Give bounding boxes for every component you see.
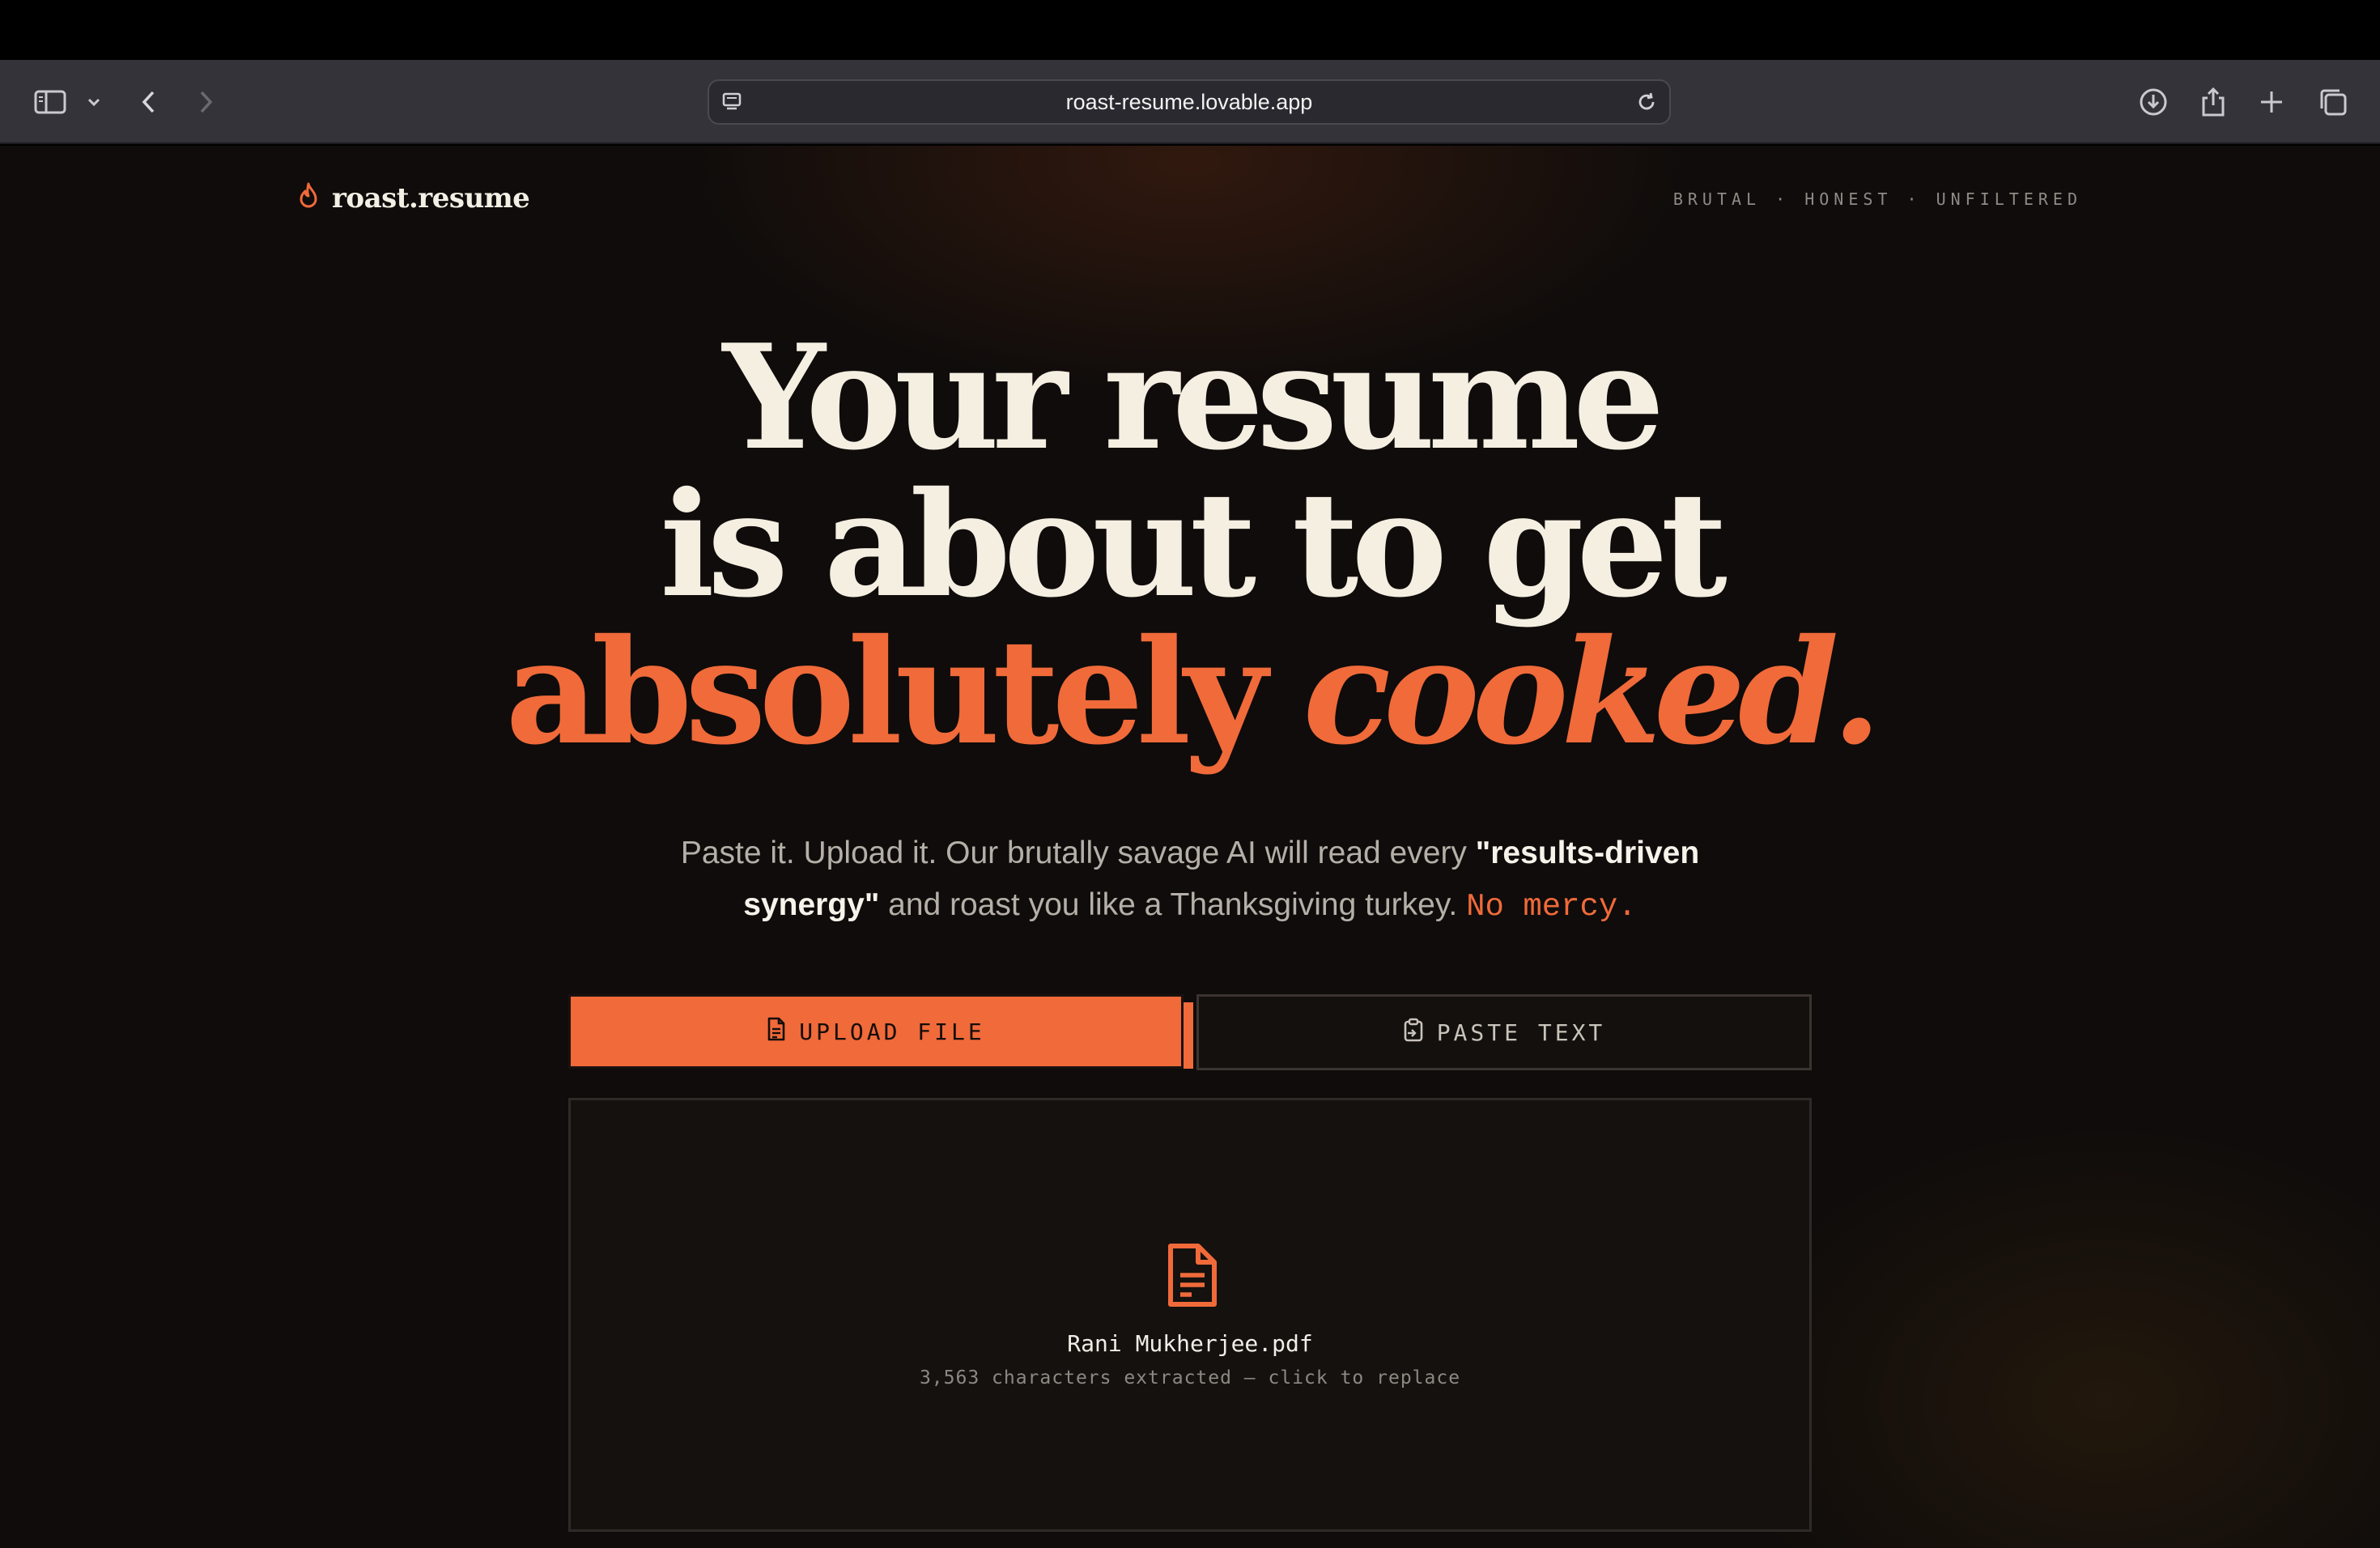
hero-headline: Your resume is about to get absolutely c… (0, 324, 2380, 766)
reload-icon[interactable] (1634, 89, 1660, 115)
file-text-icon (767, 1017, 786, 1047)
paste-text-label: PASTE TEXT (1436, 1019, 1606, 1046)
hero-line-2: is about to get (660, 460, 1728, 629)
tab-overview-icon[interactable] (2312, 81, 2354, 123)
chevron-down-icon[interactable] (74, 81, 113, 123)
clipboard-icon (1403, 1018, 1424, 1048)
paste-text-tab[interactable]: PASTE TEXT (1196, 994, 1812, 1070)
subtext-no-mercy: No mercy. (1466, 889, 1637, 925)
browser-toolbar: roast-resume.lovable.app (0, 60, 2380, 144)
address-bar[interactable]: roast-resume.lovable.app (708, 79, 1671, 125)
upload-file-tab[interactable]: UPLOAD FILE (568, 994, 1184, 1069)
sidebar-toggle-icon[interactable] (29, 81, 71, 123)
uploaded-file-name: Rani Mukherjee.pdf (1067, 1330, 1313, 1357)
hero-word-cooked: cooked. (1303, 607, 1882, 776)
file-text-icon (1164, 1243, 1221, 1308)
tagline: BRUTAL · HONEST · UNFILTERED (1672, 189, 2082, 209)
subtext-part-2: and roast you like a Thanksgiving turkey… (879, 887, 1467, 922)
back-icon[interactable] (128, 81, 170, 123)
forward-icon[interactable] (185, 81, 227, 123)
subtext-part-1: Paste it. Upload it. Our brutally savage… (680, 836, 1476, 870)
logo-text: roast.resume (332, 181, 530, 215)
menu-bar-area (0, 0, 2380, 60)
uploaded-file-meta: 3,563 characters extracted — click to re… (919, 1367, 1461, 1389)
hero-description: Paste it. Upload it. Our brutally savage… (631, 827, 1749, 933)
hero-line-1: Your resume (722, 313, 1665, 482)
new-tab-icon[interactable] (2250, 81, 2293, 123)
downloads-icon[interactable] (2132, 81, 2174, 123)
upload-file-label: UPLOAD FILE (799, 1018, 985, 1045)
url-text[interactable]: roast-resume.lovable.app (709, 81, 1669, 123)
flame-icon (296, 181, 321, 215)
hero-word-absolutely: absolutely (505, 607, 1267, 776)
file-dropzone[interactable]: Rani Mukherjee.pdf 3,563 characters extr… (568, 1098, 1812, 1532)
share-icon[interactable] (2192, 81, 2234, 123)
logo[interactable]: roast.resume (296, 181, 530, 215)
hero-line-3: absolutely cooked. (0, 619, 2380, 766)
page-content: roast.resume BRUTAL · HONEST · UNFILTERE… (0, 146, 2380, 1548)
